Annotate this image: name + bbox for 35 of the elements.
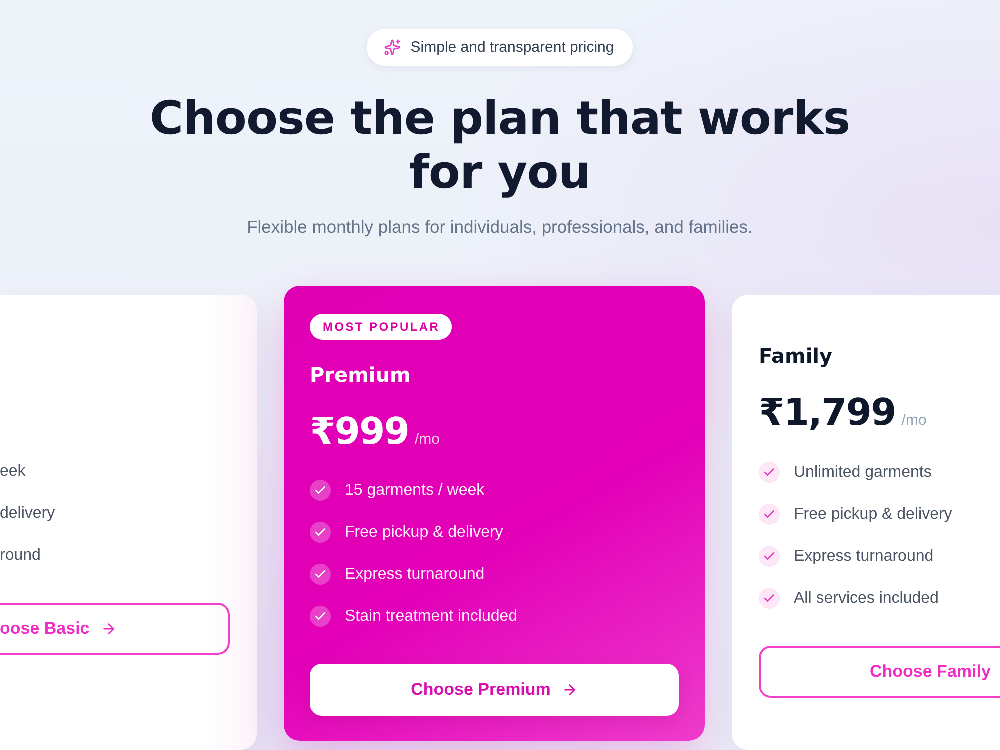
plan-price: ₹999 xyxy=(310,410,409,454)
popular-badge: MOST POPULAR xyxy=(310,314,452,340)
arrow-right-icon xyxy=(562,682,578,698)
choose-plan-button[interactable]: Choose Family xyxy=(759,646,1000,698)
choose-plan-button[interactable]: Choose Premium xyxy=(310,664,679,716)
arrow-right-icon xyxy=(100,621,117,637)
check-icon xyxy=(310,606,331,627)
check-icon xyxy=(759,504,780,525)
feature-text: delivery xyxy=(0,504,56,522)
feature-text: eek xyxy=(0,462,26,480)
feature-text: Unlimited garments xyxy=(794,464,932,482)
feature-text: Stain treatment included xyxy=(345,608,518,626)
check-icon xyxy=(759,546,780,567)
tagline-text: Simple and transparent pricing xyxy=(410,39,614,56)
price-period: /mo xyxy=(902,412,927,429)
page-heading: Choose the plan that works for you xyxy=(148,91,852,199)
feature-text: round xyxy=(0,546,41,564)
check-icon xyxy=(759,462,780,483)
feature-text: 15 garments / week xyxy=(345,482,485,500)
check-icon xyxy=(759,588,780,609)
feature-text: Express turnaround xyxy=(345,566,485,584)
check-icon xyxy=(310,480,331,501)
check-icon xyxy=(310,522,331,543)
feature-text: All services included xyxy=(794,590,939,608)
sparkle-icon xyxy=(384,39,401,56)
plan-price: ₹1,799 xyxy=(759,391,896,435)
price-period: /mo xyxy=(414,431,440,448)
feature-text: Free pickup & delivery xyxy=(794,506,952,524)
plan-name: Family xyxy=(759,343,834,370)
check-icon xyxy=(310,564,331,585)
feature-text: Express turnaround xyxy=(794,548,934,566)
plan-name: Premium xyxy=(310,362,412,389)
feature-text: Free pickup & delivery xyxy=(345,524,504,542)
page-subtitle: Flexible monthly plans for individuals, professionals, and families. xyxy=(247,216,753,239)
choose-plan-button[interactable]: oose Basic xyxy=(0,603,230,655)
